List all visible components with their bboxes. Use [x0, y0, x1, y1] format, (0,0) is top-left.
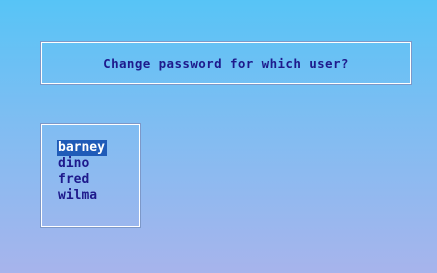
user-list-item-dino[interactable]: dino	[58, 156, 139, 172]
user-item-label[interactable]: fred	[58, 172, 139, 188]
user-list-item-fred[interactable]: fred	[58, 172, 139, 188]
user-list-item-barney[interactable]: barney	[57, 136, 139, 156]
user-list-item-wilma[interactable]: wilma	[58, 188, 139, 204]
prompt-box: Change password for which user?	[40, 41, 412, 85]
user-item-label[interactable]: barney	[57, 140, 107, 156]
prompt-text: Change password for which user?	[103, 55, 349, 71]
user-list[interactable]: barney dino fred wilma	[40, 123, 141, 228]
user-item-label[interactable]: dino	[58, 156, 139, 172]
user-item-label[interactable]: wilma	[58, 188, 139, 204]
